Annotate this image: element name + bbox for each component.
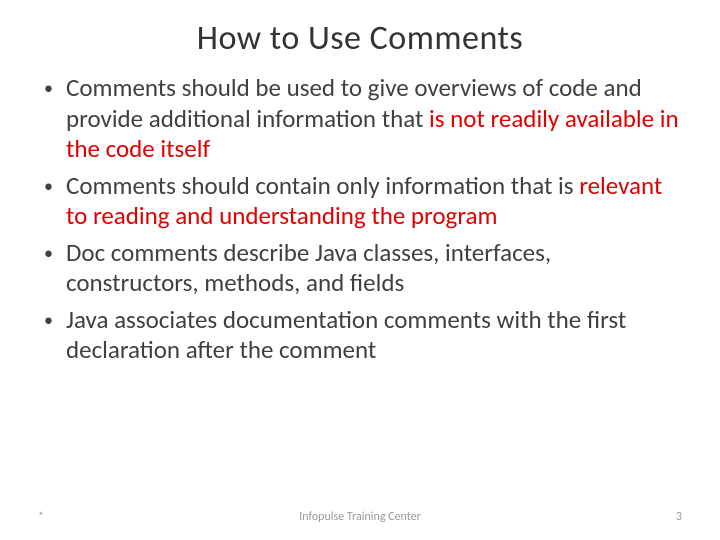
- list-item: • Doc comments describe Java classes, in…: [38, 238, 682, 299]
- text-plain: Comments should contain only information…: [66, 170, 579, 201]
- text-plain: Doc comments describe Java classes, inte…: [66, 237, 551, 299]
- footer: * Infopulse Training Center 3: [0, 510, 720, 524]
- bullet-text: Comments should contain only information…: [66, 171, 682, 232]
- bullet-text: Java associates documentation comments w…: [66, 305, 682, 366]
- list-item: • Comments should contain only informati…: [38, 171, 682, 232]
- bullet-list: • Comments should be used to give overvi…: [38, 73, 682, 366]
- bullet-icon: •: [38, 305, 66, 332]
- bullet-text: Doc comments describe Java classes, inte…: [66, 238, 682, 299]
- slide-title: How to Use Comments: [38, 18, 682, 59]
- list-item: • Comments should be used to give overvi…: [38, 73, 682, 165]
- bullet-text: Comments should be used to give overview…: [66, 73, 682, 165]
- list-item: • Java associates documentation comments…: [38, 305, 682, 366]
- page-number: 3: [602, 510, 682, 524]
- bullet-icon: •: [38, 171, 66, 198]
- text-plain: Java associates documentation comments w…: [66, 304, 626, 366]
- bullet-icon: •: [38, 73, 66, 100]
- slide: How to Use Comments • Comments should be…: [0, 0, 720, 540]
- footer-date: *: [38, 510, 118, 524]
- footer-org: Infopulse Training Center: [118, 510, 602, 524]
- bullet-icon: •: [38, 238, 66, 265]
